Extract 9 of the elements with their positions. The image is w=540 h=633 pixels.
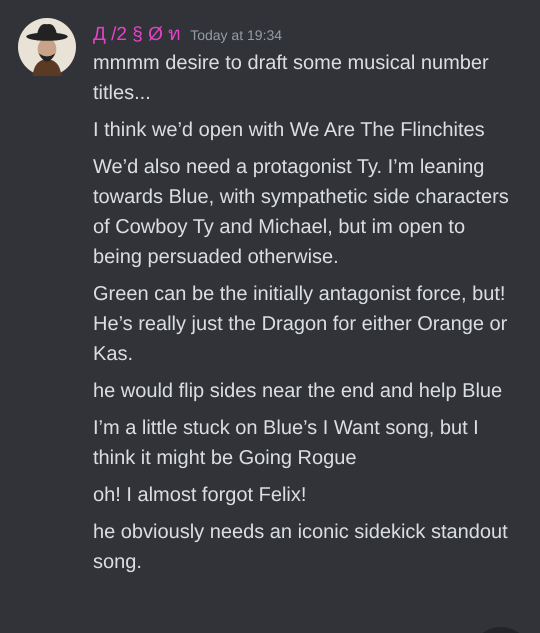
message-text: he would flip sides near the end and help Blue	[93, 379, 502, 404]
message-text: Green can be the initially antagonist force, but! He’s really just the Dragon for either Orange or Kas.	[93, 282, 508, 367]
message-text: I think we’d open with We Are The Flinchites	[93, 118, 485, 143]
username[interactable]: Д /2 § Ø ท	[93, 18, 182, 48]
message-text: oh! I almost forgot Felix!	[93, 483, 306, 508]
message-text: he obviously needs an iconic sidekick standout song.	[93, 520, 509, 575]
message-text: We’d also need a protagonist Ty. I’m leaning towards Blue, with sympathetic side characters of Cowboy Ty and Michael, but im open to being persuaded otherwise.	[93, 155, 510, 270]
timestamp: Today at 19:34	[190, 27, 282, 43]
message-text: mmmm desire to draft some musical number titles...	[93, 51, 490, 106]
